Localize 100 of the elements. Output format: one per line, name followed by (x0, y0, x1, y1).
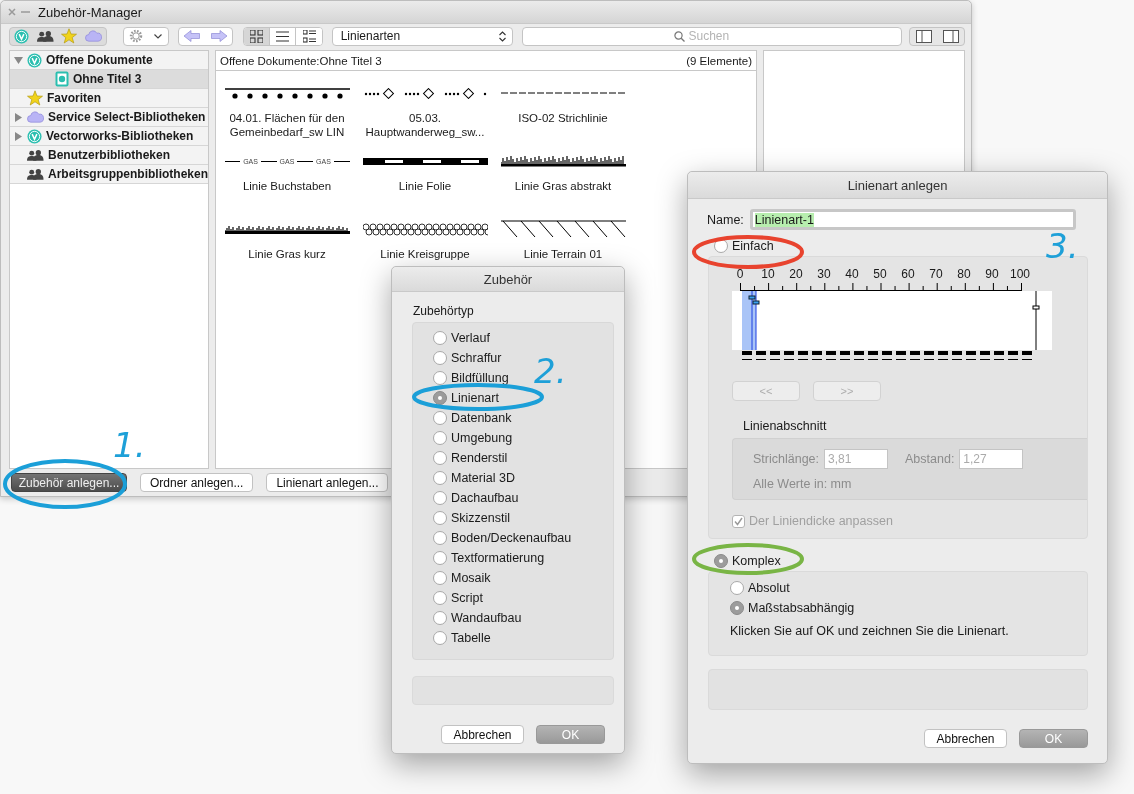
create-button[interactable]: Zubehör anlegen... (11, 473, 127, 492)
users-icon (36, 29, 54, 43)
radio-label: Tabelle (451, 631, 491, 645)
type-option[interactable]: Script (433, 588, 483, 608)
left-panel-icon[interactable] (915, 29, 932, 43)
ruler-label: 0 (735, 267, 745, 281)
name-field[interactable]: Linienart-1 (749, 209, 1076, 230)
resource-item[interactable]: Linie Gras kurz (222, 207, 352, 275)
radio-button[interactable] (433, 491, 447, 505)
up-down-icon (498, 30, 506, 42)
cancel-button[interactable]: Abbrechen (924, 729, 1007, 748)
tree-item[interactable]: Service Select-Bibliotheken (10, 108, 208, 127)
radio-button[interactable] (433, 431, 447, 445)
type-option[interactable]: Skizzenstil (433, 508, 511, 528)
radio-label: Bildfüllung (451, 371, 509, 385)
radio-button[interactable] (433, 531, 447, 545)
type-option[interactable]: Renderstil (433, 448, 508, 468)
forward-arrow-icon[interactable] (210, 30, 227, 42)
star-icon (27, 90, 43, 106)
resource-item[interactable]: Linie Folie (360, 139, 490, 207)
radio-label: Boden/Deckenaufbau (451, 531, 572, 545)
tree-item[interactable]: Favoriten (10, 89, 208, 108)
tree-item[interactable]: Ohne Titel 3 (10, 70, 208, 89)
star-icon (61, 28, 78, 44)
radio-button[interactable] (730, 601, 744, 615)
radio-button[interactable] (433, 571, 447, 585)
radio-button[interactable] (714, 554, 728, 568)
dialog-title: Linienart anlegen (688, 172, 1107, 199)
settings-menu-button[interactable] (122, 26, 169, 46)
type-option[interactable]: Wandaufbau (433, 608, 522, 628)
ruler-label: 30 (816, 267, 832, 281)
radio-button[interactable] (433, 391, 447, 405)
field-label: Abstand: (905, 452, 955, 466)
radio-button[interactable] (433, 471, 447, 485)
step-number: 2. (534, 354, 567, 388)
create-button[interactable]: Linienart anlegen... (266, 473, 389, 492)
scale-option[interactable]: Absolut (730, 578, 790, 598)
search-icon (673, 30, 685, 42)
type-option[interactable]: Bildfüllung (433, 368, 509, 388)
line-editor-drawing[interactable] (732, 291, 1052, 363)
cancel-button[interactable]: Abbrechen (441, 725, 524, 744)
create-button[interactable]: Ordner anlegen... (140, 473, 254, 492)
right-panel-icon[interactable] (942, 29, 959, 43)
radio-label: Schraffur (451, 351, 502, 365)
type-option[interactable]: Mosaik (433, 568, 491, 588)
back-arrow-icon[interactable] (184, 30, 201, 42)
radio-button[interactable] (433, 371, 447, 385)
type-option[interactable]: Umgebung (433, 428, 513, 448)
radio-button[interactable] (433, 351, 447, 365)
resource-item[interactable]: ISO-02 Strichlinie (498, 71, 628, 139)
radio-label: Wandaufbau (451, 611, 522, 625)
radio-button[interactable] (433, 591, 447, 605)
radio-button[interactable] (433, 451, 447, 465)
type-option[interactable]: Datenbank (433, 408, 512, 428)
radio-label: Einfach (732, 239, 774, 253)
name-label: Name: (707, 212, 744, 227)
type-option[interactable]: Dachaufbau (433, 488, 519, 508)
scale-option[interactable]: Maßstabsabhängig (730, 598, 855, 618)
radio-button[interactable] (433, 331, 447, 345)
collapsed-icon[interactable] (14, 112, 23, 122)
type-option[interactable]: Material 3D (433, 468, 515, 488)
radio-button[interactable] (433, 511, 447, 525)
resource-item[interactable]: Linie Gras abstrakt (498, 139, 628, 207)
view-mode-button[interactable] (243, 27, 271, 45)
radio-button[interactable] (433, 631, 447, 645)
list-view-icon (276, 29, 290, 43)
search-field[interactable]: Suchen (521, 26, 903, 46)
resource-item[interactable]: 05.03. Hauptwanderweg_sw... (360, 71, 490, 139)
tree-item[interactable]: Vectorworks-Bibliotheken (10, 127, 208, 146)
ruler-label: 10 (760, 267, 776, 281)
resource-item[interactable]: 04.01. Flächen für den Gemeinbedarf_sw LIN (222, 71, 352, 139)
expanded-icon[interactable] (14, 55, 23, 65)
radio-label: Maßstabsabhängig (748, 601, 855, 615)
radio-label: Umgebung (451, 431, 513, 445)
close-icon[interactable] (8, 8, 16, 16)
radio-label: Script (451, 591, 483, 605)
tree-item[interactable]: Arbeitsgruppenbibliotheken (10, 165, 208, 184)
collapsed-icon[interactable] (14, 131, 23, 141)
hint-text: Klicken Sie auf OK und zeichnen Sie die Linienart. (730, 624, 1010, 638)
radio-label: Linienart (451, 391, 499, 405)
ruler-label: 80 (956, 267, 972, 281)
ruler-label: 50 (872, 267, 888, 281)
type-option[interactable]: Schraffur (433, 348, 502, 368)
tree-item[interactable]: Offene Dokumente (10, 51, 208, 70)
ruler-label: 20 (788, 267, 804, 281)
radio-button[interactable] (433, 551, 447, 565)
minimize-icon[interactable] (21, 8, 30, 16)
radio-button[interactable] (730, 581, 744, 595)
radio-button[interactable] (433, 611, 447, 625)
radio-label: Komplex (732, 554, 781, 568)
library-dropdown[interactable]: Linienarten (331, 26, 513, 46)
type-option[interactable]: Textformatierung (433, 548, 545, 568)
checkbox-label: Der Liniendicke anpassen (749, 514, 893, 528)
radio-button[interactable] (433, 411, 447, 425)
type-option[interactable]: Tabelle (433, 628, 491, 648)
type-option[interactable]: Verlauf (433, 328, 490, 348)
cloud-icon (85, 30, 102, 42)
tree-item[interactable]: Benutzerbibliotheken (10, 146, 208, 165)
library-source-switcher[interactable] (9, 26, 107, 46)
type-option[interactable]: Boden/Deckenaufbau (433, 528, 572, 548)
